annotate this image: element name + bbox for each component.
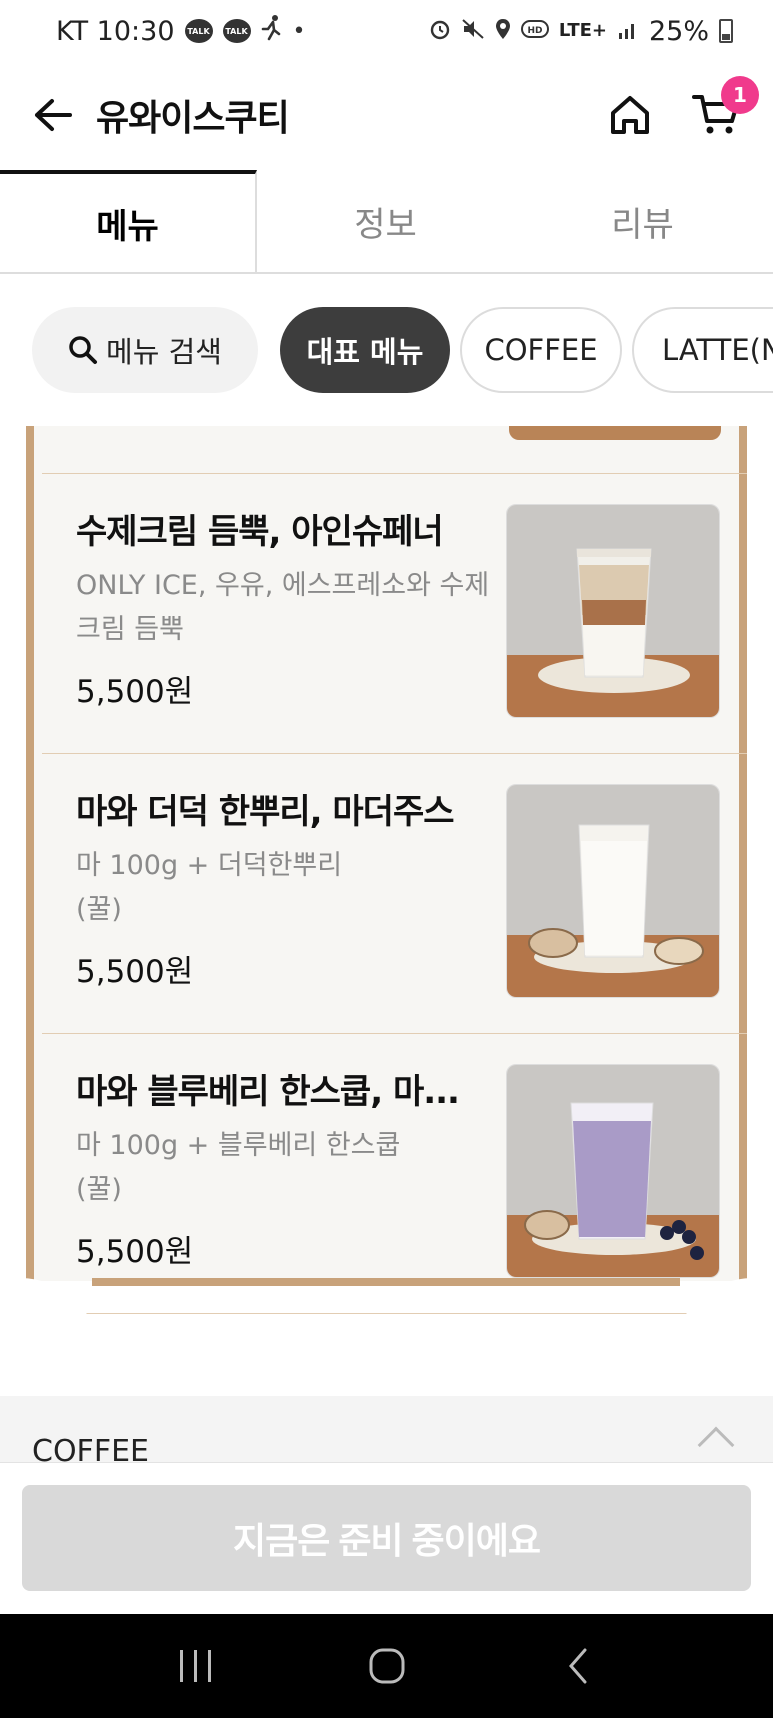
lte-icon: LTE+: [558, 20, 607, 41]
location-icon: [495, 16, 511, 47]
menu-item-photo: [506, 784, 720, 998]
running-icon: [261, 15, 283, 47]
tab-info[interactable]: 정보: [257, 170, 514, 272]
status-right: HD LTE+ 25%: [429, 16, 733, 47]
system-nav-bar: [0, 1614, 773, 1718]
order-unavailable-button[interactable]: 지금은 준비 중이에요: [22, 1485, 751, 1591]
chip-featured-menu[interactable]: 대표 메뉴: [280, 307, 450, 393]
menu-item-price: 5,500원: [76, 674, 194, 710]
back-button[interactable]: [30, 92, 76, 138]
recent-apps-button[interactable]: [166, 1636, 226, 1696]
battery-icon: [719, 19, 733, 43]
category-section-header[interactable]: COFFEE: [0, 1396, 773, 1469]
talk-icon: TALK: [184, 19, 213, 43]
bottom-cta-bar: 지금은 준비 중이에요: [0, 1462, 773, 1614]
chevron-up-icon: [697, 1426, 735, 1464]
store-title: 유와이스쿠티: [96, 98, 290, 139]
menu-item-name: 마와 더덕 한뿌리, 마더주스: [76, 792, 455, 832]
category-chips: 메뉴 검색 대표 메뉴 COFFEE LATTE(N: [0, 306, 773, 394]
menu-item-description: 마 100g + 더덕한뿌리 (꿀): [76, 850, 343, 925]
board-bottom-edge: [92, 1278, 680, 1286]
home-nav-button[interactable]: [357, 1636, 417, 1696]
talk-icon: TALK: [222, 19, 251, 43]
battery-percent: 25%: [648, 15, 709, 47]
app-header: 유와이스쿠티 1: [0, 62, 773, 168]
menu-item[interactable]: 마와 블루베리 한스쿱, 마... 마 100g + 블루베리 한스쿱 (꿀) …: [42, 1034, 747, 1314]
menu-item-price: 5,500원: [76, 1234, 194, 1270]
chip-latte[interactable]: LATTE(N: [632, 307, 773, 393]
menu-item[interactable]: 마와 더덕 한뿌리, 마더주스 마 100g + 더덕한뿌리 (꿀) 5,500…: [42, 754, 747, 1034]
chip-coffee[interactable]: COFFEE: [460, 307, 622, 393]
svg-text:HD: HD: [527, 26, 542, 36]
back-nav-button[interactable]: [548, 1636, 608, 1696]
tab-menu[interactable]: 메뉴: [0, 170, 257, 272]
signal-icon: [617, 16, 639, 47]
hd-icon: HD: [520, 16, 549, 47]
menu-item-description: ONLY ICE, 우유, 에스프레소와 수제크림 듬뿍: [76, 570, 490, 645]
menu-item-description: 마 100g + 블루베리 한스쿱 (꿀): [76, 1130, 401, 1205]
cart-button[interactable]: 1: [689, 76, 759, 140]
partial-item-photo: [509, 426, 721, 440]
menu-item[interactable]: 수제크림 듬뿍, 아인슈페너 ONLY ICE, 우유, 에스프레소와 수제크림…: [42, 474, 747, 754]
menu-item-name: 수제크림 듬뿍, 아인슈페너: [76, 512, 444, 552]
back-arrow-icon: [35, 99, 72, 131]
menu-search-label: 메뉴 검색: [106, 335, 222, 369]
search-icon: [69, 336, 98, 364]
menu-search-button[interactable]: 메뉴 검색: [32, 307, 258, 393]
mute-icon: [461, 16, 485, 47]
tab-reviews[interactable]: 리뷰: [514, 170, 771, 272]
menu-board: 수제크림 듬뿍, 아인슈페너 ONLY ICE, 우유, 에스프레소와 수제크림…: [20, 426, 753, 1358]
carrier-time: KT 10:30: [56, 15, 175, 47]
tab-bar: 메뉴 정보 리뷰: [0, 170, 773, 274]
status-left: KT 10:30 TALK TALK •: [56, 15, 305, 47]
menu-item-photo: [506, 504, 720, 718]
alarm-icon: [429, 16, 451, 47]
cart-count-badge: 1: [721, 76, 759, 114]
menu-item-price: 5,500원: [76, 954, 194, 990]
recent-apps-icon: [179, 1650, 211, 1682]
home-button[interactable]: [605, 90, 655, 140]
menu-item-photo: [506, 1064, 720, 1278]
home-circle-icon: [369, 1648, 404, 1684]
dot-icon: •: [292, 18, 306, 44]
status-bar: KT 10:30 TALK TALK • HD LTE+ 25%: [0, 0, 773, 62]
menu-item-name: 마와 블루베리 한스쿱, 마...: [76, 1072, 460, 1112]
menu-board-frame: 수제크림 듬뿍, 아인슈페너 ONLY ICE, 우유, 에스프레소와 수제크림…: [26, 426, 747, 1314]
home-icon: [611, 96, 649, 134]
partial-menu-item[interactable]: [42, 426, 747, 474]
back-chevron-icon: [568, 1648, 586, 1684]
